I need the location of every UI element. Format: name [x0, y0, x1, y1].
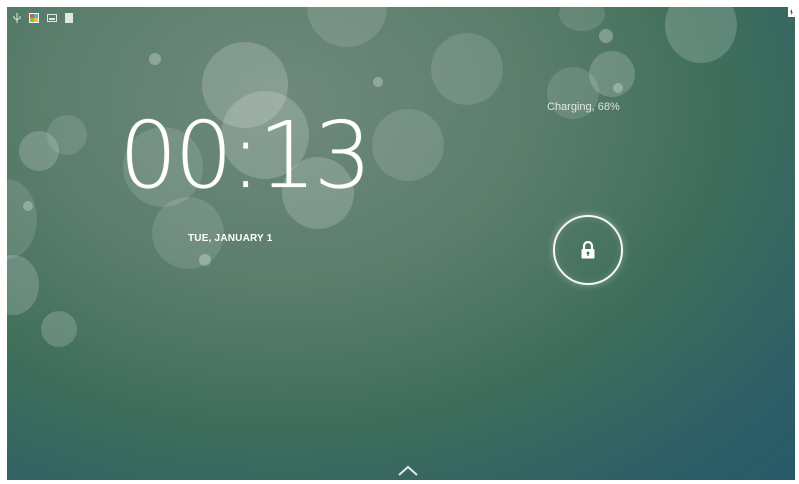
sd-card-icon — [65, 13, 73, 23]
screenshot-icon — [47, 14, 57, 22]
wallpaper-bubble — [23, 201, 33, 211]
wallpaper-bubble — [431, 33, 503, 105]
lockscreen: 00:13 TUE, JANUARY 1 Charging, 68% — [7, 7, 795, 480]
lockscreen-clock: 00:13 — [119, 102, 372, 209]
usb-debug-icon — [13, 13, 21, 23]
wallpaper-bubble — [199, 254, 211, 266]
unlock-ring[interactable] — [553, 215, 623, 285]
chevron-up-icon[interactable] — [396, 463, 420, 477]
battery-status: Charging, 68% — [547, 101, 620, 113]
wallpaper-bubble — [41, 311, 77, 347]
wallpaper-bubble — [599, 29, 613, 43]
wallpaper-bubble — [47, 115, 87, 155]
status-bar — [7, 7, 795, 29]
lock-icon — [581, 241, 595, 259]
wallpaper-bubble — [7, 255, 39, 315]
wallpaper-bubble — [373, 77, 383, 87]
wallpaper-bubble — [613, 83, 623, 93]
gallery-app-icon — [29, 13, 39, 23]
battery-icon — [788, 7, 795, 17]
wallpaper-bubble — [372, 109, 444, 181]
wallpaper-bubble — [7, 179, 37, 259]
wallpaper-bubble — [589, 51, 635, 97]
lockscreen-date: TUE, JANUARY 1 — [188, 233, 273, 244]
wallpaper-bubble — [149, 53, 161, 65]
